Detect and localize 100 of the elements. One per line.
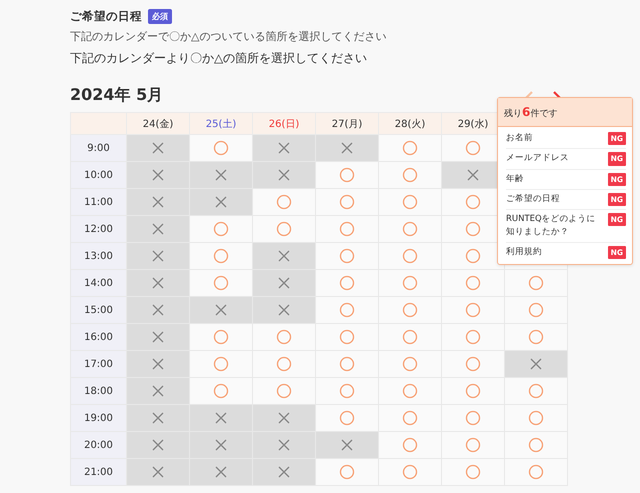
cross-icon	[151, 141, 165, 155]
available-slot[interactable]	[378, 216, 442, 242]
circle-icon	[402, 437, 418, 453]
available-slot[interactable]	[316, 270, 378, 296]
field-name[interactable]: ご希望の日程	[506, 192, 560, 206]
available-slot[interactable]	[252, 216, 316, 242]
circle-icon	[465, 329, 481, 345]
available-slot[interactable]	[504, 296, 568, 324]
available-slot[interactable]	[504, 404, 568, 432]
header-cell	[70, 112, 126, 134]
available-slot[interactable]	[252, 324, 316, 350]
available-slot[interactable]	[316, 458, 378, 486]
available-slot[interactable]	[316, 242, 378, 270]
available-slot[interactable]	[190, 216, 252, 242]
circle-icon	[276, 329, 292, 345]
available-slot[interactable]	[504, 324, 568, 350]
available-slot[interactable]	[504, 458, 568, 486]
cross-icon	[151, 465, 165, 479]
circle-icon	[528, 437, 544, 453]
month-title: 2024年 5月	[70, 85, 164, 105]
instruction-text: 下記のカレンダーで〇か△のついている箇所を選択してください	[70, 29, 388, 44]
available-slot[interactable]	[378, 350, 442, 378]
cross-icon	[277, 141, 291, 155]
available-slot[interactable]	[190, 242, 252, 270]
available-slot[interactable]	[316, 296, 378, 324]
circle-icon	[465, 140, 481, 156]
available-slot[interactable]	[378, 296, 442, 324]
available-slot[interactable]	[378, 134, 442, 162]
date-header: 24(金)	[126, 112, 190, 134]
available-slot[interactable]	[190, 270, 252, 296]
available-slot[interactable]	[442, 324, 504, 350]
circle-icon	[402, 383, 418, 399]
circle-icon	[213, 329, 229, 345]
time-cell: 12:00	[70, 216, 126, 242]
available-slot[interactable]	[504, 270, 568, 296]
cross-icon	[151, 276, 165, 290]
available-slot[interactable]	[316, 324, 378, 350]
time-cell: 10:00	[70, 162, 126, 188]
field-name[interactable]: メールアドレス	[506, 152, 569, 165]
available-slot[interactable]	[442, 458, 504, 486]
available-slot[interactable]	[378, 458, 442, 486]
available-slot[interactable]	[378, 404, 442, 432]
circle-icon	[339, 410, 355, 426]
cross-icon	[277, 411, 291, 425]
available-slot[interactable]	[316, 188, 378, 216]
available-slot[interactable]	[316, 404, 378, 432]
field-name[interactable]: RUNTEQをどのように知りましたか？	[506, 213, 604, 238]
circle-icon	[402, 464, 418, 480]
available-slot[interactable]	[378, 432, 442, 458]
cross-icon	[214, 438, 228, 452]
cross-icon	[151, 411, 165, 425]
available-slot[interactable]	[378, 188, 442, 216]
field-name[interactable]: 年齢	[506, 172, 524, 186]
available-slot[interactable]	[378, 324, 442, 350]
available-slot[interactable]	[378, 270, 442, 296]
time-cell: 20:00	[70, 432, 126, 458]
available-slot[interactable]	[504, 432, 568, 458]
cross-icon	[151, 384, 165, 398]
circle-icon	[528, 383, 544, 399]
available-slot[interactable]	[190, 350, 252, 378]
cross-icon	[466, 168, 480, 182]
circle-icon	[465, 356, 481, 372]
available-slot[interactable]	[504, 378, 568, 404]
available-slot[interactable]	[442, 270, 504, 296]
available-slot[interactable]	[252, 378, 316, 404]
available-slot[interactable]	[378, 378, 442, 404]
date-header: 26(日)	[252, 112, 316, 134]
available-slot[interactable]	[378, 242, 442, 270]
cross-icon	[151, 249, 165, 263]
available-slot[interactable]	[442, 404, 504, 432]
available-slot[interactable]	[378, 162, 442, 188]
cross-icon	[151, 357, 165, 371]
field-name[interactable]: お名前	[506, 132, 533, 145]
cross-icon	[277, 303, 291, 317]
cross-icon	[277, 438, 291, 452]
cross-icon	[151, 222, 165, 236]
circle-icon	[402, 167, 418, 183]
circle-icon	[528, 329, 544, 345]
circle-icon	[465, 275, 481, 291]
cross-icon	[277, 249, 291, 263]
circle-icon	[465, 302, 481, 318]
circle-icon	[402, 302, 418, 318]
available-slot[interactable]	[252, 350, 316, 378]
available-slot[interactable]	[190, 324, 252, 350]
time-cell: 11:00	[70, 188, 126, 216]
cross-icon	[277, 465, 291, 479]
circle-icon	[213, 221, 229, 237]
available-slot[interactable]	[190, 378, 252, 404]
available-slot[interactable]	[252, 188, 316, 216]
available-slot[interactable]	[316, 378, 378, 404]
time-cell: 19:00	[70, 404, 126, 432]
available-slot[interactable]	[316, 350, 378, 378]
available-slot[interactable]	[316, 162, 378, 188]
available-slot[interactable]	[442, 350, 504, 378]
available-slot[interactable]	[442, 432, 504, 458]
available-slot[interactable]	[190, 134, 252, 162]
circle-icon	[276, 194, 292, 210]
available-slot[interactable]	[316, 216, 378, 242]
available-slot[interactable]	[442, 296, 504, 324]
available-slot[interactable]	[442, 378, 504, 404]
